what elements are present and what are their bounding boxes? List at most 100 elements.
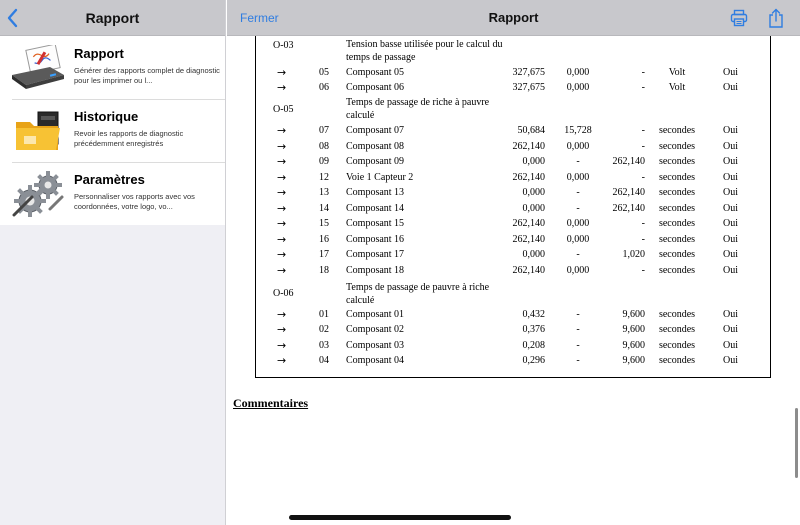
sidebar-item-parametres[interactable]: Paramètres Personnaliser vos rapports av…	[0, 162, 225, 225]
table-row: → 14 Composant 14 0,000 - 262,140 secondes Oui	[227, 202, 800, 219]
table-row: → 04 Composant 04 0,296 - 9,600 secondes Oui	[227, 354, 800, 371]
row-name: Composant 08	[346, 141, 405, 152]
table-row: → 06 Composant 06 327,675 0,000 - Volt Oui	[227, 81, 800, 98]
row-number: 14	[319, 203, 329, 214]
row-value-2: -	[576, 355, 580, 366]
row-arrow: →	[277, 264, 287, 277]
row-value-1: 262,140	[512, 234, 546, 245]
row-name: Composant 09	[346, 156, 405, 167]
sidebar: Rapport Rapport Générer des rapports com…	[0, 0, 226, 525]
row-unit: secondes	[658, 355, 696, 366]
row-value-1: 262,140	[512, 141, 546, 152]
table-row: → 16 Composant 16 262,140 0,000 - secondes Oui	[227, 233, 800, 250]
row-unit: secondes	[658, 218, 696, 229]
row-number: 02	[319, 324, 329, 335]
row-status: Oui	[723, 218, 738, 229]
table-row: → 12 Voie 1 Capteur 2 262,140 0,000 - secondes…	[227, 171, 800, 188]
row-name: Composant 16	[346, 234, 405, 245]
row-number: 07	[319, 125, 329, 136]
row-name: Composant 01	[346, 309, 405, 320]
row-arrow: →	[277, 233, 287, 246]
row-unit: Volt	[668, 67, 686, 78]
row-unit: secondes	[658, 249, 696, 260]
row-value-1: 327,675	[512, 67, 546, 78]
row-status: Oui	[723, 249, 738, 260]
row-arrow: →	[277, 323, 287, 336]
row-value-3: -	[641, 265, 645, 276]
row-value-1: 0,296	[522, 355, 546, 366]
table-row: → 18 Composant 18 262,140 0,000 - secondes Oui	[227, 264, 800, 281]
table-row: → 17 Composant 17 0,000 - 1,020 secondes Oui	[227, 248, 800, 265]
row-value-3: 262,140	[612, 187, 646, 198]
row-status: Oui	[723, 340, 738, 351]
row-status: Oui	[723, 125, 738, 136]
row-unit: secondes	[658, 234, 696, 245]
row-value-3: -	[641, 67, 645, 78]
row-value-2: -	[576, 324, 580, 335]
row-name: Composant 03	[346, 340, 405, 351]
row-name: Voie 1 Capteur 2	[346, 172, 414, 183]
row-value-3: 1,020	[622, 249, 646, 260]
row-value-2: 15,728	[564, 125, 592, 136]
row-number: 16	[319, 234, 329, 245]
row-value-1: 0,000	[522, 249, 546, 260]
row-name: Composant 04	[346, 355, 405, 366]
home-indicator[interactable]	[289, 515, 511, 520]
folder-icon	[16, 111, 60, 150]
table-row: → 13 Composant 13 0,000 - 262,140 secondes Oui	[227, 186, 800, 203]
row-value-1: 0,208	[522, 340, 546, 351]
row-unit: secondes	[658, 141, 696, 152]
row-name: Composant 05	[346, 67, 405, 78]
scrollbar[interactable]	[795, 408, 798, 478]
row-arrow: →	[277, 339, 287, 352]
row-value-2: -	[576, 203, 580, 214]
row-arrow: →	[277, 66, 287, 79]
row-value-3: 262,140	[612, 203, 646, 214]
row-status: Oui	[723, 324, 738, 335]
row-value-3: 262,140	[612, 156, 646, 167]
row-status: Oui	[723, 234, 738, 245]
share-icon[interactable]	[768, 8, 784, 28]
row-value-1: 50,684	[517, 125, 546, 136]
row-value-2: 0,000	[566, 141, 590, 152]
row-number: 15	[319, 218, 329, 229]
sidebar-item-historique[interactable]: Historique Revoir les rapports de diagno…	[0, 99, 225, 162]
row-status: Oui	[723, 67, 738, 78]
row-value-2: -	[576, 309, 580, 320]
row-number: 03	[319, 340, 329, 351]
row-name: Composant 17	[346, 249, 405, 260]
row-unit: secondes	[658, 309, 696, 320]
row-name: Composant 06	[346, 82, 405, 93]
row-number: 09	[319, 156, 329, 167]
row-value-1: 262,140	[512, 265, 546, 276]
row-value-3: 9,600	[622, 340, 646, 351]
row-number: 04	[319, 355, 329, 366]
print-icon[interactable]	[730, 9, 748, 27]
row-arrow: →	[277, 186, 287, 199]
row-value-3: 9,600	[622, 355, 646, 366]
report-document[interactable]: O-03 Tension basse utilisée pour le calcu…	[227, 36, 800, 525]
row-unit: secondes	[658, 187, 696, 198]
group-description-line: Temps de passage de riche à pauvre	[346, 97, 490, 108]
table-row: → 01 Composant 01 0,432 - 9,600 secondes Oui	[227, 308, 800, 325]
sidebar-item-rapport[interactable]: Rapport Générer des rapports complet de …	[0, 36, 225, 99]
row-status: Oui	[723, 265, 738, 276]
row-arrow: →	[277, 354, 287, 367]
row-value-2: 0,000	[566, 218, 590, 229]
row-arrow: →	[277, 308, 287, 321]
row-value-2: 0,000	[566, 67, 590, 78]
row-value-2: 0,000	[566, 82, 590, 93]
row-value-2: -	[576, 187, 580, 198]
row-arrow: →	[277, 248, 287, 261]
row-unit: secondes	[658, 340, 696, 351]
row-value-1: 0,000	[522, 156, 546, 167]
group-description: Temps de passage de riche à pauvre calcul…	[346, 96, 511, 122]
row-unit: secondes	[658, 156, 696, 167]
row-arrow: →	[277, 217, 287, 230]
row-name: Composant 14	[346, 203, 405, 214]
table-row: → 02 Composant 02 0,376 - 9,600 secondes Oui	[227, 323, 800, 340]
group-description-line: calculé	[346, 110, 375, 121]
row-value-1: 262,140	[512, 218, 546, 229]
row-status: Oui	[723, 309, 738, 320]
row-number: 01	[319, 309, 329, 320]
